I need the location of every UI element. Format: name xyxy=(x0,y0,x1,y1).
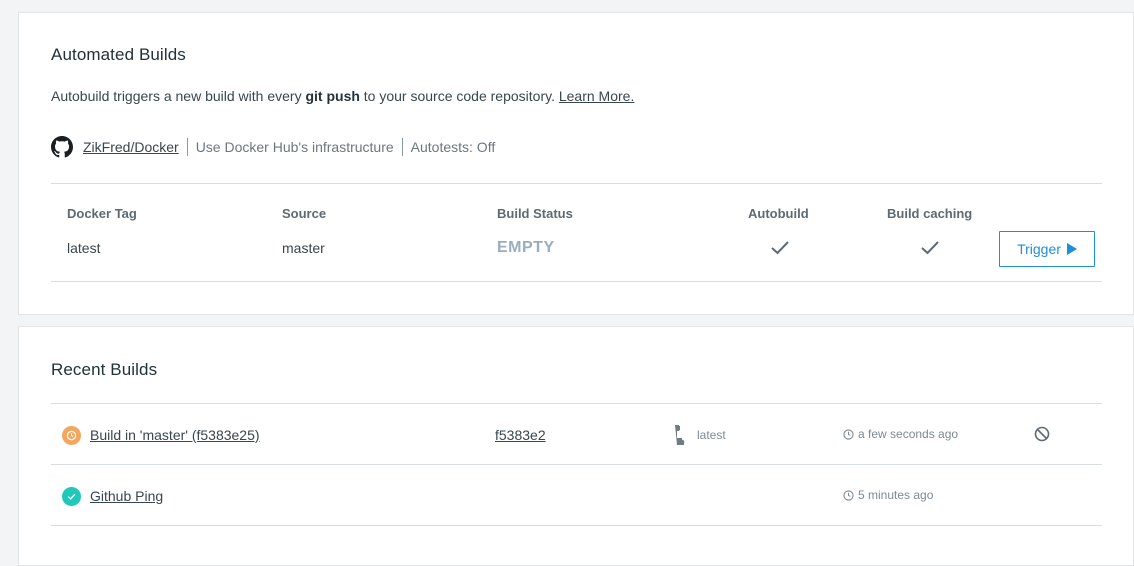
description-text: Autobuild triggers a new build with ever… xyxy=(51,88,306,104)
row-divider xyxy=(51,525,1102,526)
build-link[interactable]: Github Ping xyxy=(90,488,163,504)
caching-check-icon xyxy=(921,241,939,255)
header-build-status: Build Status xyxy=(497,206,573,221)
wrench-icon xyxy=(675,425,685,445)
row-divider xyxy=(51,464,1102,465)
github-icon xyxy=(51,136,73,158)
autotests-label: Autotests: Off xyxy=(410,139,496,155)
header-source: Source xyxy=(282,206,327,221)
list-top-rule xyxy=(51,403,1102,404)
autobuild-check-icon xyxy=(771,241,789,255)
pending-status-icon xyxy=(62,426,81,445)
clock-icon xyxy=(843,428,854,440)
repo-link[interactable]: ZikFred/Docker xyxy=(83,139,179,155)
divider xyxy=(186,138,188,156)
success-status-icon xyxy=(62,487,81,506)
learn-more-link[interactable]: Learn More. xyxy=(559,88,634,104)
infrastructure-label: Use Docker Hub's infrastructure xyxy=(195,139,394,155)
automated-builds-card: Automated Builds Autobuild triggers a ne… xyxy=(18,12,1134,315)
section-title: Automated Builds xyxy=(51,45,186,64)
build-link[interactable]: Build in 'master' (f5383e25) xyxy=(90,427,260,443)
header-build-caching: Build caching xyxy=(887,206,973,221)
description-bold: git push xyxy=(305,88,360,104)
build-status-badge: EMPTY xyxy=(497,239,555,256)
trigger-button[interactable]: Trigger xyxy=(999,231,1095,267)
clock-icon xyxy=(843,489,854,501)
cancel-icon[interactable] xyxy=(1034,426,1050,442)
autobuild-description: Autobuild triggers a new build with ever… xyxy=(51,88,634,104)
trigger-label: Trigger xyxy=(1017,241,1061,257)
recent-builds-card: Recent Builds Build in 'master' (f5383e2… xyxy=(18,326,1134,566)
section-title: Recent Builds xyxy=(51,360,158,379)
docker-tag-value: latest xyxy=(67,240,101,256)
commit-link[interactable]: f5383e2 xyxy=(495,427,546,443)
tag-label: latest xyxy=(697,428,726,442)
play-icon xyxy=(1066,243,1077,255)
header-docker-tag: Docker Tag xyxy=(67,206,137,221)
repo-info: ZikFred/Docker Use Docker Hub's infrastr… xyxy=(51,136,495,158)
description-text-2: to your source code repository. xyxy=(359,88,559,104)
table-top-rule xyxy=(51,183,1102,184)
time-label: a few seconds ago xyxy=(858,427,959,441)
divider xyxy=(401,138,403,156)
timestamp: 5 minutes ago xyxy=(843,488,933,502)
header-autobuild: Autobuild xyxy=(748,206,809,221)
tag-info: latest xyxy=(673,425,726,445)
table-bottom-rule xyxy=(51,281,1102,282)
source-value: master xyxy=(282,240,325,256)
timestamp: a few seconds ago xyxy=(843,427,958,441)
time-label: 5 minutes ago xyxy=(858,488,934,502)
